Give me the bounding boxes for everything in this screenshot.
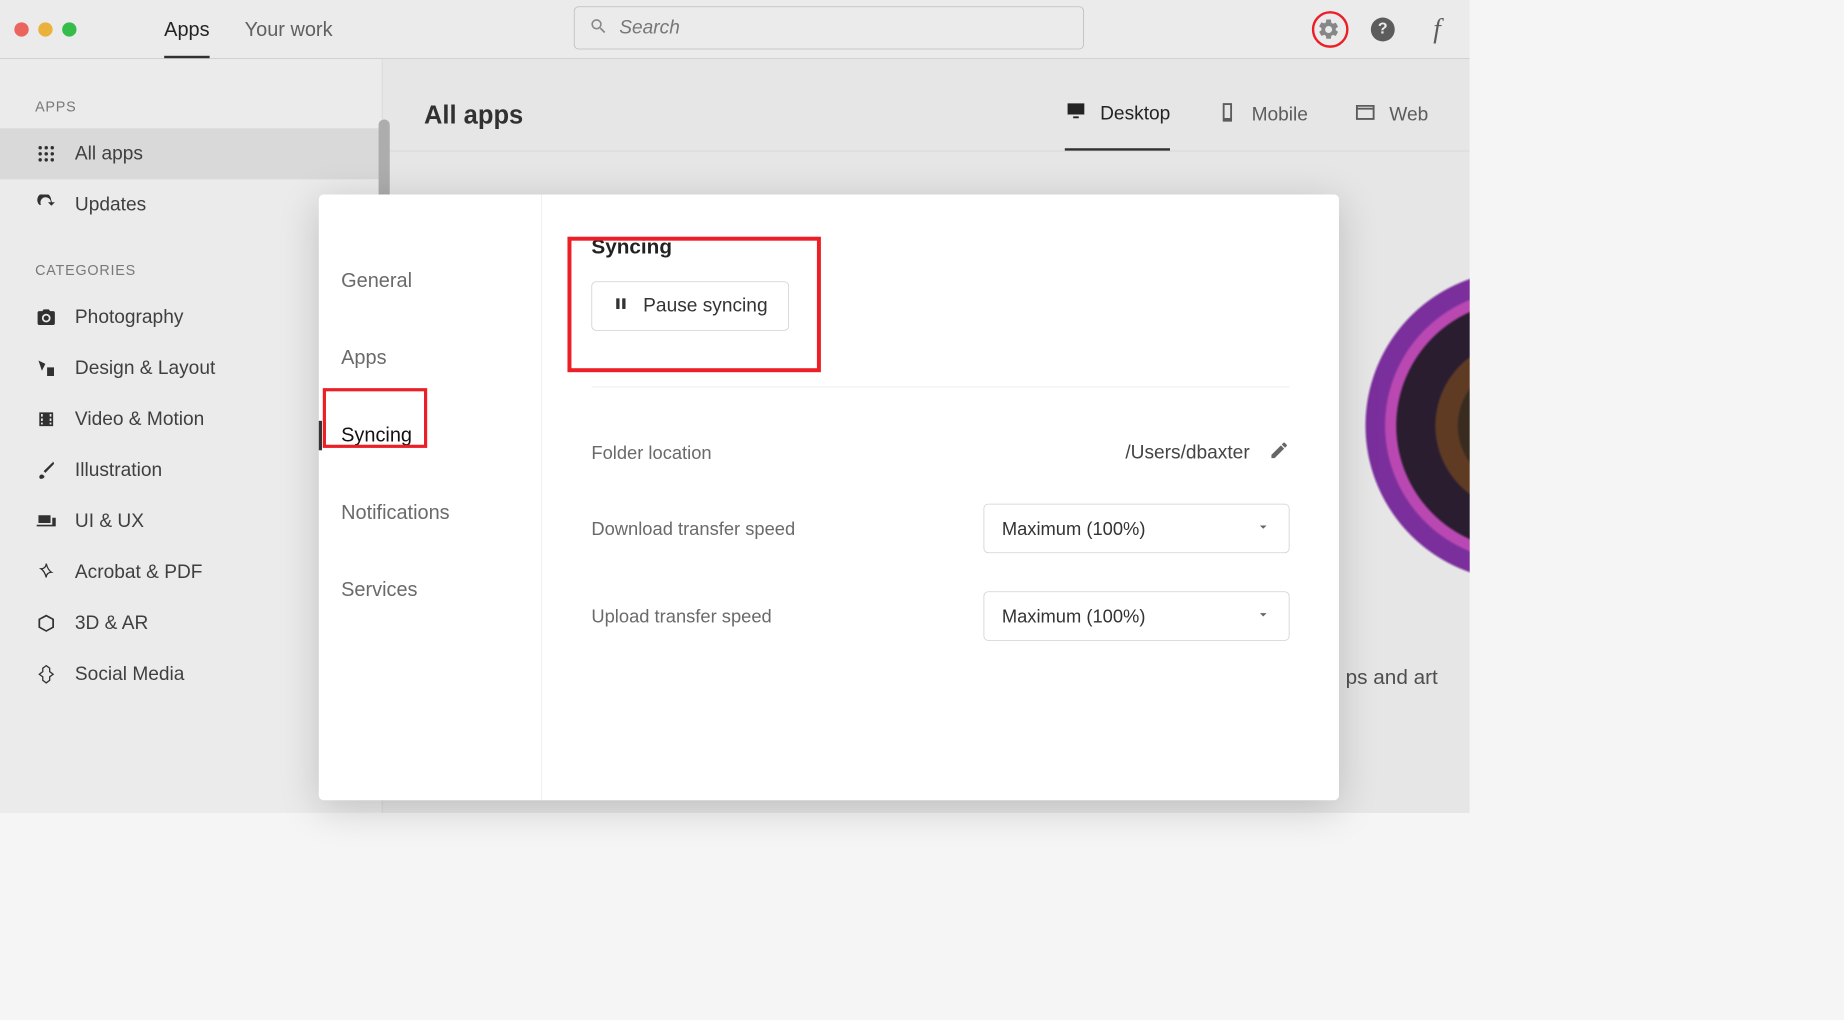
upload-speed-row: Upload transfer speed Maximum (100%) <box>591 591 1289 640</box>
sidebar-item-label: 3D & AR <box>75 612 148 634</box>
sidebar-section-apps: APPS <box>0 91 382 128</box>
tab-apps[interactable]: Apps <box>164 0 209 57</box>
download-speed-select[interactable]: Maximum (100%) <box>983 504 1289 553</box>
maximize-window-button[interactable] <box>62 22 76 36</box>
prefs-tab-apps[interactable]: Apps <box>319 320 541 397</box>
preferences-dialog: General Apps Syncing Notifications Servi… <box>319 194 1339 800</box>
fonts-icon[interactable]: f <box>1423 16 1450 43</box>
upload-speed-label: Upload transfer speed <box>591 605 771 627</box>
search-field[interactable] <box>574 6 1084 49</box>
mobile-icon <box>1217 101 1239 129</box>
download-speed-value: Maximum (100%) <box>1002 518 1146 540</box>
desktop-icon <box>1065 100 1087 128</box>
sidebar-item-label: Design & Layout <box>75 357 215 379</box>
header-tabs: Apps Your work <box>164 0 332 57</box>
chevron-down-icon <box>1255 518 1271 540</box>
chevron-down-icon <box>1255 605 1271 627</box>
film-icon <box>35 408 57 430</box>
sync-settings: Folder location /Users/dbaxter Download … <box>591 387 1289 640</box>
upload-speed-select[interactable]: Maximum (100%) <box>983 591 1289 640</box>
close-window-button[interactable] <box>14 22 28 36</box>
folder-location-label: Folder location <box>591 442 711 464</box>
refresh-icon <box>35 194 57 216</box>
prefs-tab-services[interactable]: Services <box>319 552 541 629</box>
sidebar-item-all-apps[interactable]: All apps <box>0 128 382 179</box>
globe-icon <box>35 663 57 685</box>
preferences-nav: General Apps Syncing Notifications Servi… <box>319 194 542 800</box>
web-icon <box>1354 101 1376 129</box>
hero-caption: ps and art <box>1346 665 1438 690</box>
sidebar-item-label: UI & UX <box>75 510 144 532</box>
sidebar-item-label: All apps <box>75 143 143 165</box>
folder-location-row: Folder location /Users/dbaxter <box>591 440 1289 466</box>
gear-highlight-annotation <box>1312 11 1349 48</box>
prefs-tab-notifications[interactable]: Notifications <box>319 474 541 551</box>
camera-icon <box>35 306 57 328</box>
tab-mobile[interactable]: Mobile <box>1217 100 1308 151</box>
platform-tabs: Desktop Mobile Web <box>1065 100 1428 151</box>
cube-icon <box>35 612 57 634</box>
sidebar-item-label: Photography <box>75 306 183 328</box>
tab-desktop[interactable]: Desktop <box>1065 100 1170 151</box>
upload-speed-value: Maximum (100%) <box>1002 605 1146 627</box>
prefs-tab-general[interactable]: General <box>319 242 541 319</box>
edit-folder-button[interactable] <box>1269 440 1290 466</box>
main-header: All apps Desktop Mobile Web <box>383 59 1470 151</box>
syncing-section-highlight-annotation <box>567 237 820 372</box>
search-icon <box>589 16 619 39</box>
grid-icon <box>35 143 57 165</box>
sidebar-item-label: Social Media <box>75 663 185 685</box>
devices-icon <box>35 510 57 532</box>
tab-your-work[interactable]: Your work <box>245 0 333 57</box>
download-speed-row: Download transfer speed Maximum (100%) <box>591 504 1289 553</box>
page-title: All apps <box>424 100 523 150</box>
minimize-window-button[interactable] <box>38 22 52 36</box>
acrobat-icon <box>35 561 57 583</box>
brush-icon <box>35 459 57 481</box>
folder-location-value: /Users/dbaxter <box>1125 442 1249 464</box>
sidebar-item-label: Video & Motion <box>75 408 204 430</box>
tab-web[interactable]: Web <box>1354 100 1428 151</box>
hero-image <box>1342 210 1470 640</box>
app-header: Apps Your work ? f <box>0 0 1470 59</box>
sidebar-item-label: Updates <box>75 194 146 216</box>
search-input[interactable] <box>619 17 1069 39</box>
sidebar-item-label: Acrobat & PDF <box>75 561 203 583</box>
help-icon[interactable]: ? <box>1371 17 1395 41</box>
sidebar-item-label: Illustration <box>75 459 162 481</box>
window-controls <box>14 22 76 36</box>
shapes-icon <box>35 357 57 379</box>
download-speed-label: Download transfer speed <box>591 518 795 540</box>
syncing-tab-highlight-annotation <box>323 388 427 448</box>
